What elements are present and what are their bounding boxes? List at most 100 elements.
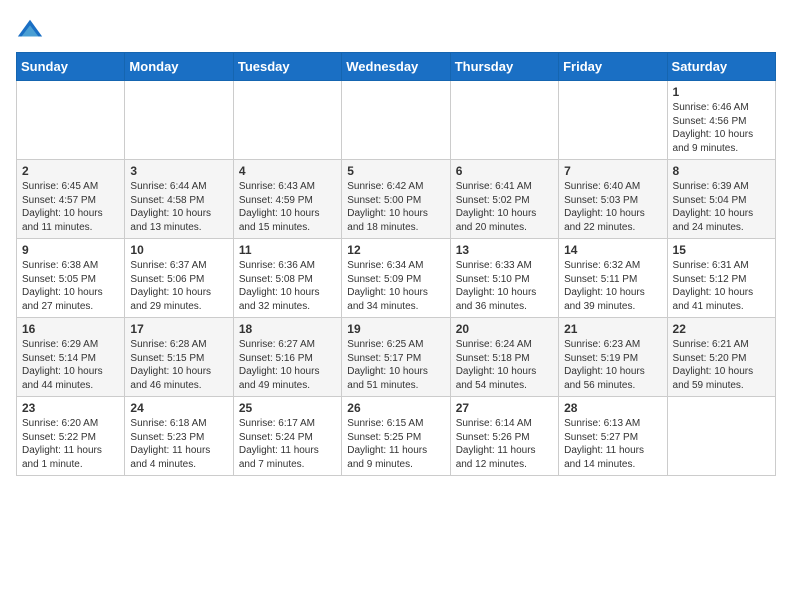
day-of-week-header: Friday bbox=[559, 53, 667, 81]
calendar-cell: 20Sunrise: 6:24 AM Sunset: 5:18 PM Dayli… bbox=[450, 318, 558, 397]
logo-icon bbox=[16, 16, 44, 44]
day-info: Sunrise: 6:43 AM Sunset: 4:59 PM Dayligh… bbox=[239, 180, 336, 234]
calendar-cell: 21 Sunrise: 6:23 AM Sunset: 5:19 PM Dayli… bbox=[559, 318, 667, 397]
day-info: Sunrise: 6:32 AM Sunset: 5:11 PM Dayligh… bbox=[564, 259, 661, 313]
calendar-cell: 22Sunrise: 6:21 AM Sunset: 5:20 PM Dayli… bbox=[667, 318, 775, 397]
day-number: 27 bbox=[456, 401, 553, 415]
day-info: Sunrise: 6:18 AM Sunset: 5:23 PM Dayligh… bbox=[130, 417, 227, 471]
day-number: 4 bbox=[239, 164, 336, 178]
calendar-cell: 16 Sunrise: 6:29 AM Sunset: 5:14 PM Dayli… bbox=[17, 318, 125, 397]
page-header bbox=[16, 16, 776, 44]
day-info: Sunrise: 6:20 AM Sunset: 5:22 PM Dayligh… bbox=[22, 417, 119, 471]
day-of-week-header: Tuesday bbox=[233, 53, 341, 81]
day-of-week-header: Wednesday bbox=[342, 53, 450, 81]
day-number: 3 bbox=[130, 164, 227, 178]
calendar-cell bbox=[125, 81, 233, 160]
calendar-cell bbox=[342, 81, 450, 160]
day-number: 28 bbox=[564, 401, 661, 415]
day-info: Sunrise: 6:23 AM Sunset: 5:19 PM Dayligh… bbox=[564, 338, 661, 392]
day-info: Sunrise: 6:42 AM Sunset: 5:00 PM Dayligh… bbox=[347, 180, 444, 234]
calendar-week-row: 1 Sunrise: 6:46 AM Sunset: 4:56 PM Daylig… bbox=[17, 81, 776, 160]
calendar-cell: 24 Sunrise: 6:18 AM Sunset: 5:23 PM Dayli… bbox=[125, 397, 233, 476]
calendar-cell: 10 Sunrise: 6:37 AM Sunset: 5:06 PM Dayli… bbox=[125, 239, 233, 318]
day-number: 21 bbox=[564, 322, 661, 336]
day-info: Sunrise: 6:33 AM Sunset: 5:10 PM Dayligh… bbox=[456, 259, 553, 313]
day-info: Sunrise: 6:15 AM Sunset: 5:25 PM Dayligh… bbox=[347, 417, 444, 471]
day-info: Sunrise: 6:46 AM Sunset: 4:56 PM Dayligh… bbox=[673, 101, 770, 155]
calendar-cell: 13 Sunrise: 6:33 AM Sunset: 5:10 PM Dayli… bbox=[450, 239, 558, 318]
calendar-table: SundayMondayTuesdayWednesdayThursdayFrid… bbox=[16, 52, 776, 476]
calendar-cell: 7 Sunrise: 6:40 AM Sunset: 5:03 PM Daylig… bbox=[559, 160, 667, 239]
day-number: 17 bbox=[130, 322, 227, 336]
calendar-cell: 3 Sunrise: 6:44 AM Sunset: 4:58 PM Daylig… bbox=[125, 160, 233, 239]
day-info: Sunrise: 6:36 AM Sunset: 5:08 PM Dayligh… bbox=[239, 259, 336, 313]
calendar-cell: 19 Sunrise: 6:25 AM Sunset: 5:17 PM Dayli… bbox=[342, 318, 450, 397]
calendar-cell: 1 Sunrise: 6:46 AM Sunset: 4:56 PM Daylig… bbox=[667, 81, 775, 160]
calendar-cell bbox=[233, 81, 341, 160]
day-info: Sunrise: 6:40 AM Sunset: 5:03 PM Dayligh… bbox=[564, 180, 661, 234]
calendar-cell: 25 Sunrise: 6:17 AM Sunset: 5:24 PM Dayli… bbox=[233, 397, 341, 476]
day-info: Sunrise: 6:45 AM Sunset: 4:57 PM Dayligh… bbox=[22, 180, 119, 234]
day-of-week-header: Thursday bbox=[450, 53, 558, 81]
day-info: Sunrise: 6:28 AM Sunset: 5:15 PM Dayligh… bbox=[130, 338, 227, 392]
day-number: 9 bbox=[22, 243, 119, 257]
day-info: Sunrise: 6:25 AM Sunset: 5:17 PM Dayligh… bbox=[347, 338, 444, 392]
day-number: 1 bbox=[673, 85, 770, 99]
day-info: Sunrise: 6:41 AM Sunset: 5:02 PM Dayligh… bbox=[456, 180, 553, 234]
day-info: Sunrise: 6:27 AM Sunset: 5:16 PM Dayligh… bbox=[239, 338, 336, 392]
day-number: 5 bbox=[347, 164, 444, 178]
calendar-cell: 8 Sunrise: 6:39 AM Sunset: 5:04 PM Daylig… bbox=[667, 160, 775, 239]
day-number: 15 bbox=[673, 243, 770, 257]
day-number: 13 bbox=[456, 243, 553, 257]
day-number: 18 bbox=[239, 322, 336, 336]
day-number: 26 bbox=[347, 401, 444, 415]
calendar-week-row: 16 Sunrise: 6:29 AM Sunset: 5:14 PM Dayli… bbox=[17, 318, 776, 397]
day-of-week-header: Saturday bbox=[667, 53, 775, 81]
calendar-cell: 27 Sunrise: 6:14 AM Sunset: 5:26 PM Dayli… bbox=[450, 397, 558, 476]
day-number: 24 bbox=[130, 401, 227, 415]
day-info: Sunrise: 6:29 AM Sunset: 5:14 PM Dayligh… bbox=[22, 338, 119, 392]
calendar-cell: 2Sunrise: 6:45 AM Sunset: 4:57 PM Daylig… bbox=[17, 160, 125, 239]
day-info: Sunrise: 6:44 AM Sunset: 4:58 PM Dayligh… bbox=[130, 180, 227, 234]
calendar-cell: 17 Sunrise: 6:28 AM Sunset: 5:15 PM Dayli… bbox=[125, 318, 233, 397]
day-info: Sunrise: 6:24 AM Sunset: 5:18 PM Dayligh… bbox=[456, 338, 553, 392]
day-info: Sunrise: 6:34 AM Sunset: 5:09 PM Dayligh… bbox=[347, 259, 444, 313]
day-number: 8 bbox=[673, 164, 770, 178]
day-number: 14 bbox=[564, 243, 661, 257]
day-info: Sunrise: 6:14 AM Sunset: 5:26 PM Dayligh… bbox=[456, 417, 553, 471]
calendar-header-row: SundayMondayTuesdayWednesdayThursdayFrid… bbox=[17, 53, 776, 81]
calendar-week-row: 2Sunrise: 6:45 AM Sunset: 4:57 PM Daylig… bbox=[17, 160, 776, 239]
calendar-cell: 23 Sunrise: 6:20 AM Sunset: 5:22 PM Dayli… bbox=[17, 397, 125, 476]
day-number: 19 bbox=[347, 322, 444, 336]
day-number: 10 bbox=[130, 243, 227, 257]
day-number: 6 bbox=[456, 164, 553, 178]
calendar-cell: 11 Sunrise: 6:36 AM Sunset: 5:08 PM Dayli… bbox=[233, 239, 341, 318]
day-number: 11 bbox=[239, 243, 336, 257]
day-number: 16 bbox=[22, 322, 119, 336]
calendar-cell: 12Sunrise: 6:34 AM Sunset: 5:09 PM Dayli… bbox=[342, 239, 450, 318]
calendar-cell bbox=[450, 81, 558, 160]
day-info: Sunrise: 6:31 AM Sunset: 5:12 PM Dayligh… bbox=[673, 259, 770, 313]
day-number: 22 bbox=[673, 322, 770, 336]
day-of-week-header: Sunday bbox=[17, 53, 125, 81]
calendar-cell: 15 Sunrise: 6:31 AM Sunset: 5:12 PM Dayli… bbox=[667, 239, 775, 318]
day-info: Sunrise: 6:37 AM Sunset: 5:06 PM Dayligh… bbox=[130, 259, 227, 313]
day-number: 25 bbox=[239, 401, 336, 415]
logo bbox=[16, 16, 48, 44]
day-number: 7 bbox=[564, 164, 661, 178]
calendar-cell: 6 Sunrise: 6:41 AM Sunset: 5:02 PM Daylig… bbox=[450, 160, 558, 239]
calendar-cell bbox=[17, 81, 125, 160]
calendar-cell: 9Sunrise: 6:38 AM Sunset: 5:05 PM Daylig… bbox=[17, 239, 125, 318]
calendar-cell: 5 Sunrise: 6:42 AM Sunset: 5:00 PM Daylig… bbox=[342, 160, 450, 239]
day-number: 23 bbox=[22, 401, 119, 415]
calendar-cell: 26 Sunrise: 6:15 AM Sunset: 5:25 PM Dayli… bbox=[342, 397, 450, 476]
calendar-cell: 28Sunrise: 6:13 AM Sunset: 5:27 PM Dayli… bbox=[559, 397, 667, 476]
calendar-cell: 18 Sunrise: 6:27 AM Sunset: 5:16 PM Dayli… bbox=[233, 318, 341, 397]
day-info: Sunrise: 6:39 AM Sunset: 5:04 PM Dayligh… bbox=[673, 180, 770, 234]
calendar-cell: 4 Sunrise: 6:43 AM Sunset: 4:59 PM Daylig… bbox=[233, 160, 341, 239]
calendar-week-row: 23 Sunrise: 6:20 AM Sunset: 5:22 PM Dayli… bbox=[17, 397, 776, 476]
calendar-cell bbox=[559, 81, 667, 160]
day-info: Sunrise: 6:17 AM Sunset: 5:24 PM Dayligh… bbox=[239, 417, 336, 471]
day-of-week-header: Monday bbox=[125, 53, 233, 81]
calendar-cell: 14 Sunrise: 6:32 AM Sunset: 5:11 PM Dayli… bbox=[559, 239, 667, 318]
